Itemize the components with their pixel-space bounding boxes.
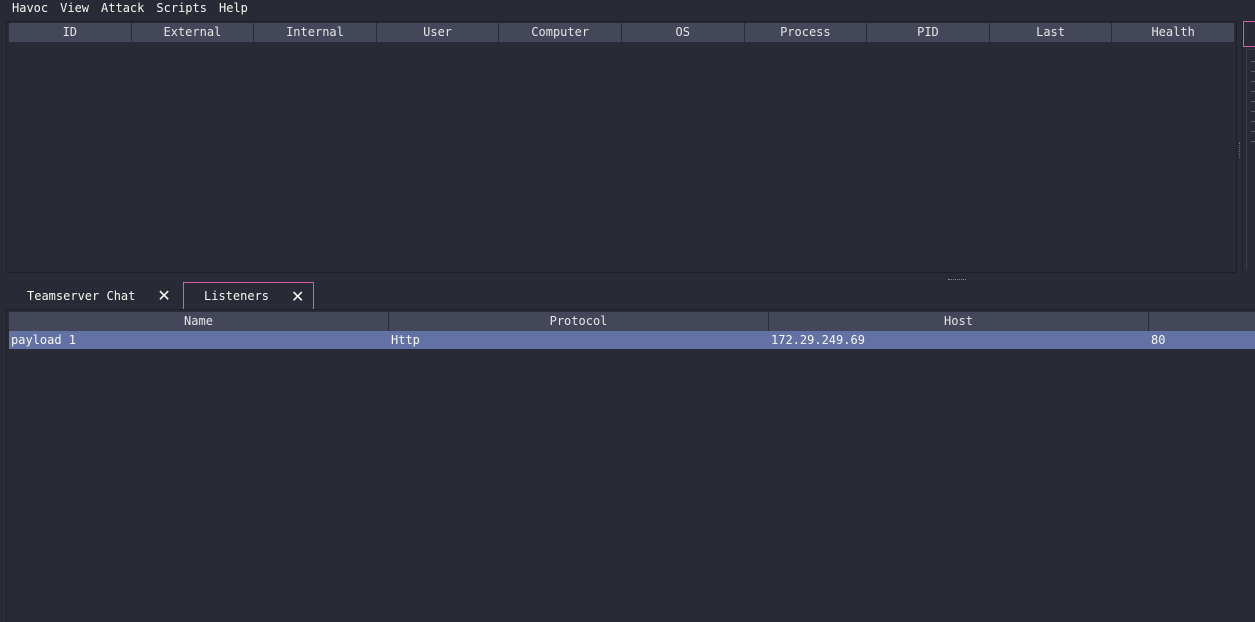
column-header-internal[interactable]: Internal: [254, 23, 377, 42]
column-header-port[interactable]: [1149, 312, 1255, 331]
tab-label: Teamserver Chat: [27, 288, 136, 303]
column-header-computer[interactable]: Computer: [499, 23, 622, 42]
menu-bar: Havoc View Attack Scripts Help: [0, 0, 1255, 17]
table-row[interactable]: payload 1 Http 172.29.249.69 80: [9, 331, 1255, 349]
column-header-name[interactable]: Name: [9, 312, 389, 331]
menu-help[interactable]: Help: [213, 0, 254, 17]
listeners-table-header: Name Protocol Host: [9, 312, 1255, 331]
column-header-process[interactable]: Process: [745, 23, 868, 42]
cell-port: 80: [1151, 333, 1166, 347]
bottom-tab-bar: Teamserver Chat ✕ Listeners ✕: [6, 282, 314, 309]
right-panel-scroll-ticks: [1251, 61, 1255, 151]
column-header-protocol[interactable]: Protocol: [389, 312, 769, 331]
menu-attack[interactable]: Attack: [95, 0, 150, 17]
listeners-panel: Name Protocol Host payload 1 Http 172.29…: [6, 309, 1255, 622]
menu-scripts[interactable]: Scripts: [150, 0, 213, 17]
right-side-panel: [1242, 21, 1255, 272]
column-header-pid[interactable]: PID: [867, 23, 990, 42]
sessions-table-header: ID External Internal User Computer OS Pr…: [9, 23, 1234, 42]
tab-listeners[interactable]: Listeners ✕: [183, 282, 314, 309]
column-header-host[interactable]: Host: [769, 312, 1149, 331]
cell-name: payload 1: [11, 333, 77, 347]
column-header-health[interactable]: Health: [1112, 23, 1234, 42]
column-header-id[interactable]: ID: [9, 23, 132, 42]
cell-host: 172.29.249.69: [771, 333, 865, 347]
column-header-external[interactable]: External: [132, 23, 255, 42]
right-panel-tab[interactable]: [1243, 21, 1255, 47]
close-icon[interactable]: ✕: [157, 286, 170, 305]
tab-teamserver-chat[interactable]: Teamserver Chat ✕: [6, 282, 181, 309]
column-header-user[interactable]: User: [377, 23, 500, 42]
cell-protocol: Http: [391, 333, 420, 347]
column-header-last[interactable]: Last: [990, 23, 1113, 42]
sessions-table[interactable]: ID External Internal User Computer OS Pr…: [6, 21, 1237, 273]
horizontal-splitter-handle[interactable]: [948, 279, 966, 282]
column-header-os[interactable]: OS: [622, 23, 745, 42]
menu-havoc[interactable]: Havoc: [0, 0, 54, 17]
close-icon[interactable]: ✕: [291, 287, 304, 306]
menu-view[interactable]: View: [54, 0, 95, 17]
tab-label: Listeners: [204, 289, 270, 303]
